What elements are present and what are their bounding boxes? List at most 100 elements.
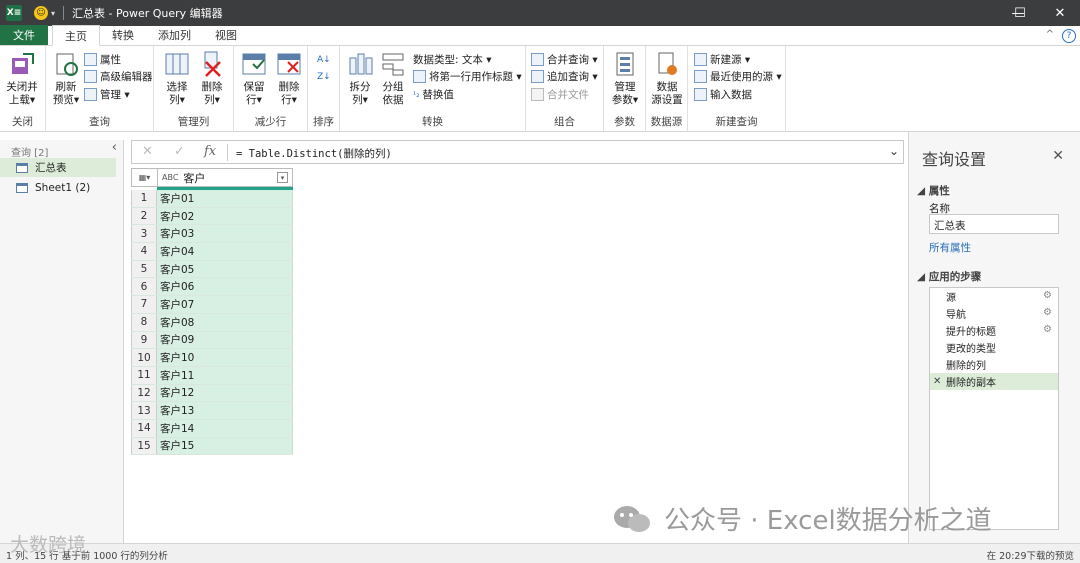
status-right: 在 20:29下载的预览 (986, 551, 1074, 562)
cell-value[interactable]: 客户07 (157, 296, 293, 313)
column-header-customer[interactable]: ABC 客户 ▾ (158, 169, 292, 186)
close-pane-icon[interactable]: ✕ (1052, 148, 1064, 164)
cell-value[interactable]: 客户11 (157, 366, 293, 384)
feedback-smiley-icon[interactable]: ☺ (34, 6, 48, 20)
applied-steps-section[interactable]: ◢ 应用的步骤 (917, 269, 981, 284)
sort-descending-icon[interactable]: Z↓ (317, 68, 331, 85)
row-number[interactable]: 6 (131, 278, 157, 296)
applied-step[interactable]: 更改的类型 (930, 339, 1058, 356)
replace-values-button[interactable]: ¹₂ 替换值 (413, 86, 454, 103)
tab-home[interactable]: 主页 (52, 25, 100, 46)
step-settings-gear-icon[interactable]: ⚙ (1043, 290, 1052, 301)
row-number[interactable]: 5 (131, 260, 157, 278)
tab-add-column[interactable]: 添加列 (146, 25, 203, 45)
close-load-icon (9, 50, 35, 78)
group-by-button[interactable]: 分组 依据 (373, 50, 413, 107)
table-menu-icon[interactable]: ▦▾ (132, 169, 158, 186)
query-settings-title: 查询设置 (922, 150, 987, 169)
all-properties-link[interactable]: 所有属性 (929, 240, 971, 255)
row-number[interactable]: 1 (131, 190, 157, 207)
row-number[interactable]: 11 (131, 366, 157, 384)
query-name-input[interactable]: 汇总表 (929, 214, 1059, 234)
formula-input[interactable]: = Table.Distinct(删除的列) (236, 146, 392, 161)
merge-queries-button[interactable]: 合并查询 ▾ (531, 51, 598, 68)
row-number[interactable]: 3 (131, 225, 157, 243)
cell-value[interactable]: 客户09 (157, 331, 293, 349)
collapse-pane-icon[interactable]: ‹ (112, 140, 117, 155)
advanced-editor-button[interactable]: 高级编辑器 (84, 68, 153, 85)
cell-value[interactable]: 客户14 (157, 419, 293, 437)
manage-parameters-button[interactable]: 管理 参数▾ (605, 50, 645, 107)
applied-step[interactable]: 提升的标题 ⚙ (930, 322, 1058, 339)
enter-data-icon (694, 88, 707, 101)
applied-step[interactable]: 导航 ⚙ (930, 305, 1058, 322)
keep-rows-button[interactable]: 保留 行▾ (234, 50, 274, 107)
group-data-source-label: 数据源 (650, 116, 683, 128)
new-source-button[interactable]: 新建源 ▾ (694, 51, 750, 68)
properties-button[interactable]: 属性 (84, 51, 121, 68)
tab-file[interactable]: 文件 (0, 25, 48, 45)
cell-value[interactable]: 客户12 (157, 384, 293, 402)
ribbon-collapse-icon[interactable]: ^ (1046, 29, 1054, 40)
sort-ascending-icon[interactable]: A↓ (317, 51, 331, 68)
query-item-sheet1[interactable]: Sheet1 (2) (0, 178, 116, 197)
step-settings-gear-icon[interactable]: ⚙ (1043, 307, 1052, 318)
manage-parameters-label: 管理 参数▾ (611, 81, 639, 106)
row-number[interactable]: 9 (131, 331, 157, 349)
remove-rows-button[interactable]: 删除 行▾ (269, 50, 309, 107)
confirm-formula-icon[interactable]: ✓ (174, 144, 185, 159)
help-icon[interactable]: ? (1062, 29, 1076, 43)
refresh-preview-button[interactable]: 刷新 预览▾ (46, 50, 86, 107)
applied-step[interactable]: 删除的列 (930, 356, 1058, 373)
append-queries-button[interactable]: 追加查询 ▾ (531, 68, 598, 85)
fx-icon[interactable]: fx (204, 144, 216, 159)
close-and-load-button[interactable]: 关闭并 上载▾ (2, 50, 42, 107)
row-number[interactable]: 4 (131, 243, 157, 260)
text-type-icon[interactable]: ABC (162, 173, 178, 182)
cell-value[interactable]: 客户13 (157, 402, 293, 419)
tab-transform[interactable]: 转换 (100, 25, 146, 45)
maximize-button[interactable]: ☐ (1000, 0, 1040, 26)
cell-value[interactable]: 客户02 (157, 207, 293, 225)
merge-queries-label: 合并查询 ▾ (547, 54, 598, 66)
data-type-dropdown[interactable]: 数据类型: 文本 ▾ (413, 51, 491, 68)
cell-value[interactable]: 客户08 (157, 313, 293, 331)
row-number[interactable]: 8 (131, 313, 157, 331)
row-number[interactable]: 10 (131, 349, 157, 366)
properties-section[interactable]: ◢ 属性 (917, 183, 950, 198)
cell-value[interactable]: 客户06 (157, 278, 293, 296)
cell-value[interactable]: 客户04 (157, 243, 293, 260)
expand-formula-icon[interactable]: ⌄ (889, 144, 899, 158)
choose-columns-button[interactable]: 选择 列▾ (157, 50, 197, 107)
query-item-summary[interactable]: 汇总表 (0, 158, 116, 177)
row-number[interactable]: 13 (131, 402, 157, 419)
cell-value[interactable]: 客户10 (157, 349, 293, 366)
cell-value[interactable]: 客户01 (157, 190, 293, 207)
row-number[interactable]: 2 (131, 207, 157, 225)
cell-value[interactable]: 客户15 (157, 437, 293, 455)
row-number[interactable]: 14 (131, 419, 157, 437)
delete-step-icon[interactable]: ✕ (933, 376, 941, 387)
row-number[interactable]: 7 (131, 296, 157, 313)
cancel-formula-icon[interactable]: ✕ (142, 144, 153, 159)
combine-files-button[interactable]: 合并文件 (531, 86, 589, 103)
close-window-button[interactable]: ✕ (1040, 0, 1080, 26)
quick-access-dropdown-icon[interactable]: ▾ (51, 9, 55, 18)
data-grid: ▦▾ ABC 客户 ▾ 1 客户01 2 客户02 3 客户03 4 客户04 5 客户05 6 客户… (131, 168, 293, 456)
applied-step[interactable]: ✕ 删除的副本 (930, 373, 1058, 390)
recent-sources-button[interactable]: 最近使用的源 ▾ (694, 68, 782, 85)
cell-value[interactable]: 客户03 (157, 225, 293, 243)
applied-step[interactable]: 源 ⚙ (930, 288, 1058, 305)
use-first-row-headers-button[interactable]: 将第一行用作标题 ▾ (413, 68, 522, 85)
cell-value[interactable]: 客户05 (157, 260, 293, 278)
table-row: 1 客户01 (131, 190, 293, 208)
tab-view[interactable]: 视图 (203, 25, 249, 45)
enter-data-button[interactable]: 输入数据 (694, 86, 752, 103)
step-settings-gear-icon[interactable]: ⚙ (1043, 324, 1052, 335)
remove-columns-button[interactable]: 删除 列▾ (192, 50, 232, 107)
data-source-settings-button[interactable]: 数据 源设置 (647, 50, 687, 107)
row-number[interactable]: 15 (131, 437, 157, 455)
filter-dropdown-icon[interactable]: ▾ (277, 172, 288, 183)
manage-button[interactable]: 管理 ▾ (84, 86, 130, 103)
row-number[interactable]: 12 (131, 384, 157, 402)
